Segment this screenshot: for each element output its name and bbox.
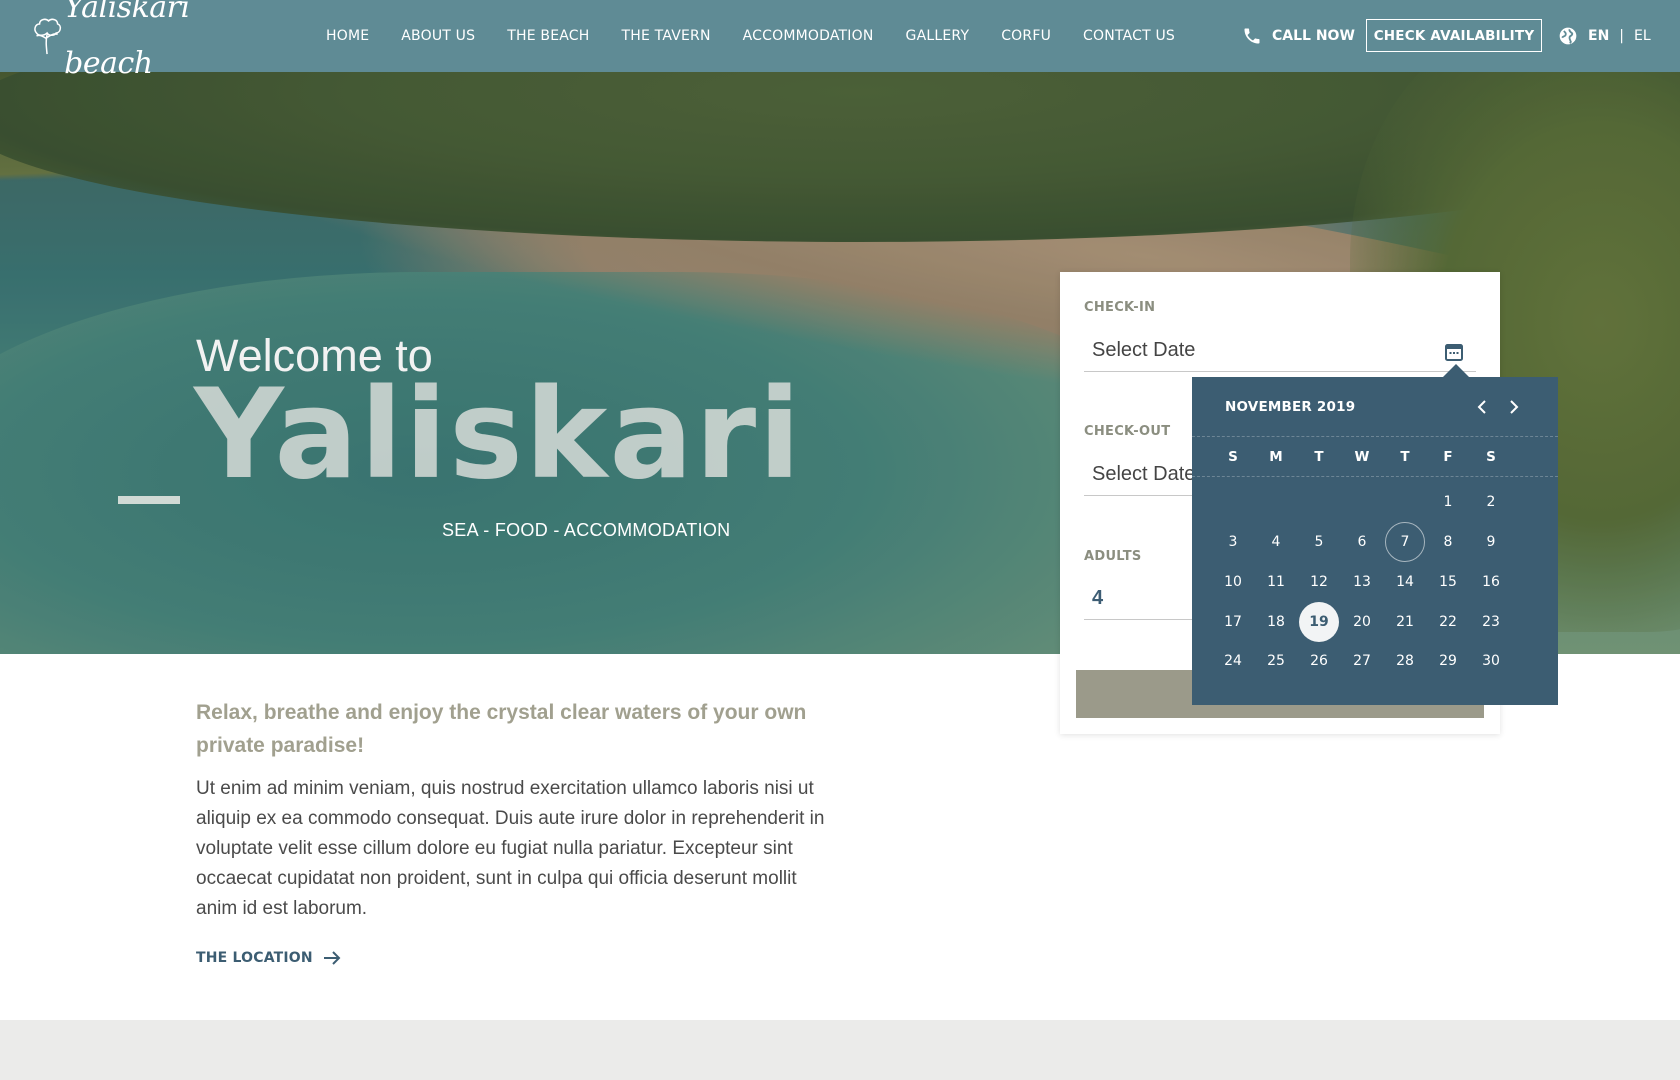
calendar-day[interactable]: 24: [1213, 641, 1253, 681]
nav-the-tavern[interactable]: THE TAVERN: [622, 28, 711, 44]
hero-dash: [118, 496, 180, 504]
calendar-weekday: F: [1443, 449, 1453, 465]
calendar-day[interactable]: 6: [1342, 522, 1382, 562]
calendar-weekday: M: [1269, 449, 1283, 465]
nav-corfu[interactable]: CORFU: [1001, 28, 1051, 44]
calendar-day[interactable]: 18: [1256, 602, 1296, 642]
lang-separator: |: [1619, 28, 1624, 44]
chevron-left-icon: [1477, 400, 1486, 414]
calendar-day[interactable]: 4: [1256, 522, 1296, 562]
phone-icon: [1244, 28, 1260, 44]
calendar-day[interactable]: 25: [1256, 641, 1296, 681]
nav-about-us[interactable]: ABOUT US: [401, 28, 475, 44]
calendar-day[interactable]: 11: [1256, 562, 1296, 602]
calendar-weekday: T: [1400, 449, 1410, 465]
nav-home[interactable]: HOME: [326, 28, 369, 44]
calendar-day[interactable]: 21: [1385, 602, 1425, 642]
calendar-day[interactable]: 9: [1471, 522, 1511, 562]
calendar-header: NOVEMBER 2019: [1192, 377, 1558, 437]
calendar-next-button[interactable]: [1504, 397, 1524, 417]
calendar-day[interactable]: 16: [1471, 562, 1511, 602]
top-navigation-bar: Yaliskari beach HOME ABOUT US THE BEACH …: [0, 0, 1680, 81]
calendar-day[interactable]: 23: [1471, 602, 1511, 642]
calendar-day[interactable]: 29: [1428, 641, 1468, 681]
arrow-right-icon: [323, 951, 341, 965]
calendar-day[interactable]: 5: [1299, 522, 1339, 562]
calendar-icon[interactable]: [1444, 342, 1464, 362]
main-nav: HOME ABOUT US THE BEACH THE TAVERN ACCOM…: [326, 0, 1207, 72]
calendar-day[interactable]: 20: [1342, 602, 1382, 642]
checkout-label: CHECK-OUT: [1084, 424, 1171, 439]
call-now-button[interactable]: CALL NOW: [1242, 0, 1355, 72]
calendar-day[interactable]: 27: [1342, 641, 1382, 681]
calendar-prev-button[interactable]: [1472, 397, 1492, 417]
adults-label: ADULTS: [1084, 549, 1142, 564]
calendar-caret: [1443, 364, 1469, 377]
hero-tagline: SEA - FOOD - ACCOMMODATION: [442, 520, 731, 540]
call-now-label: CALL NOW: [1272, 28, 1355, 44]
next-section-band: [0, 1020, 1680, 1080]
logo-text: Yaliskari beach: [64, 0, 190, 81]
calendar-day[interactable]: 10: [1213, 562, 1253, 602]
calendar-day[interactable]: 14: [1385, 562, 1425, 602]
checkout-placeholder: Select Date: [1092, 463, 1196, 485]
calendar-day[interactable]: 2: [1471, 482, 1511, 522]
checkin-field[interactable]: Select Date: [1084, 330, 1476, 372]
tree-logo-icon: [34, 18, 62, 55]
globe-icon: [1559, 27, 1577, 45]
calendar-day[interactable]: 28: [1385, 641, 1425, 681]
calendar-day-today[interactable]: 7: [1385, 522, 1425, 562]
calendar-day[interactable]: 17: [1213, 602, 1253, 642]
language-switcher: EN | EL: [1558, 0, 1651, 72]
intro-body: Ut enim ad minim veniam, quis nostrud ex…: [196, 778, 825, 919]
checkin-label: CHECK-IN: [1084, 300, 1156, 315]
chevron-right-icon: [1510, 400, 1519, 414]
logo[interactable]: Yaliskari beach: [32, 0, 232, 81]
the-location-link[interactable]: THE LOCATION: [196, 950, 341, 966]
intro-title: Relax, breathe and enjoy the crystal cle…: [196, 701, 807, 757]
nav-gallery[interactable]: GALLERY: [906, 28, 970, 44]
calendar-day[interactable]: 13: [1342, 562, 1382, 602]
checkin-placeholder: Select Date: [1092, 339, 1196, 361]
calendar-weekday: W: [1354, 449, 1370, 465]
calendar-weekday: S: [1228, 449, 1238, 465]
calendar-weekday: S: [1486, 449, 1496, 465]
calendar-day[interactable]: 22: [1428, 602, 1468, 642]
date-picker: NOVEMBER 2019 SMTWTFS 1 2 3 4 5 6 7 8 9 10 11 12 13 1…: [1192, 377, 1558, 705]
calendar-day[interactable]: 8: [1428, 522, 1468, 562]
hero-name: Yaliskari: [194, 363, 803, 507]
nav-the-beach[interactable]: THE BEACH: [507, 28, 589, 44]
calendar-month-label: NOVEMBER 2019: [1225, 399, 1356, 415]
nav-accommodation[interactable]: ACCOMMODATION: [743, 28, 874, 44]
calendar-day[interactable]: 15: [1428, 562, 1468, 602]
calendar-day-selected[interactable]: 19: [1299, 602, 1339, 642]
calendar-day[interactable]: 12: [1299, 562, 1339, 602]
adults-value: 4: [1092, 587, 1104, 609]
lang-el[interactable]: EL: [1634, 28, 1651, 44]
calendar-weekday: T: [1314, 449, 1324, 465]
calendar-day[interactable]: 3: [1213, 522, 1253, 562]
calendar-day[interactable]: 26: [1299, 641, 1339, 681]
calendar-day[interactable]: 30: [1471, 641, 1511, 681]
calendar-day[interactable]: 1: [1428, 482, 1468, 522]
check-availability-button[interactable]: CHECK AVAILABILITY: [1366, 19, 1542, 52]
nav-contact-us[interactable]: CONTACT US: [1083, 28, 1175, 44]
calendar-weekday-row: SMTWTFS: [1192, 437, 1558, 477]
the-location-label: THE LOCATION: [196, 950, 313, 966]
lang-en[interactable]: EN: [1588, 28, 1609, 44]
